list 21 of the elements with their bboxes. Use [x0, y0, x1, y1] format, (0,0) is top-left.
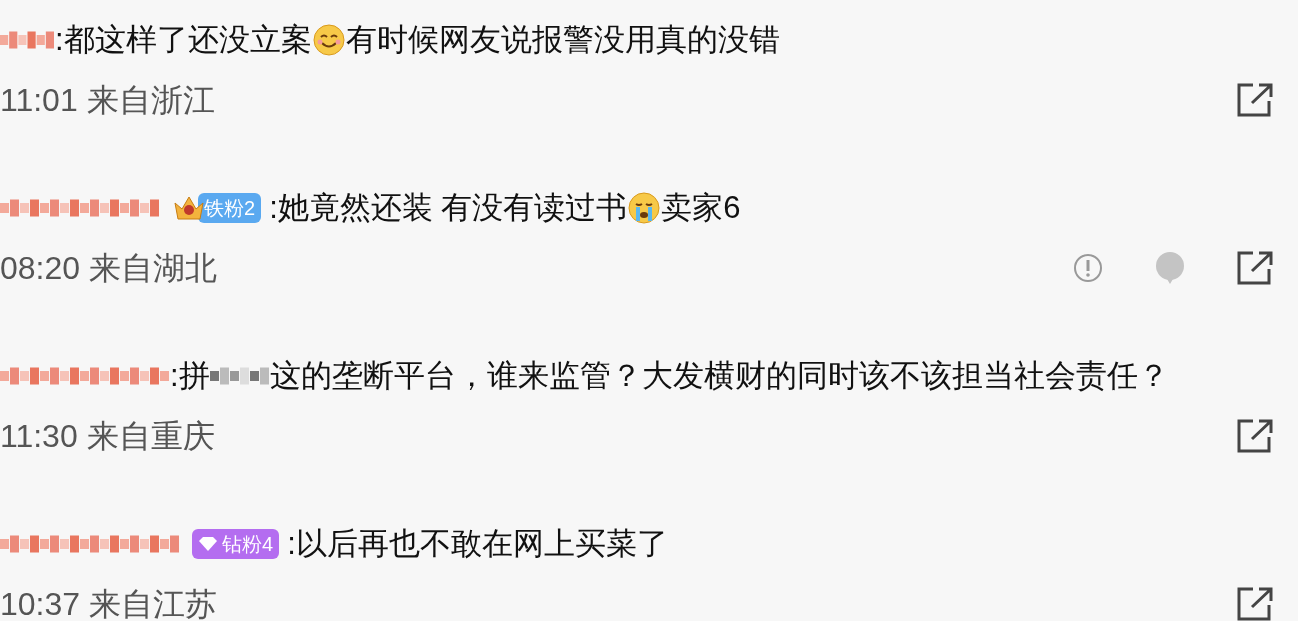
comment-time: 11:30 来自重庆 — [0, 417, 215, 456]
fan-badge: 铁粉2 — [198, 193, 262, 223]
share-icon[interactable] — [1236, 250, 1274, 286]
fan-badge: 钻粉4 — [192, 529, 280, 559]
diamond-icon — [198, 536, 218, 552]
comment-text: :拼 — [170, 356, 210, 395]
comment-time: 11:01 来自浙江 — [0, 81, 215, 120]
comment-time: 08:20 来自湖北 — [0, 249, 217, 288]
share-icon[interactable] — [1236, 82, 1274, 118]
comment-text: :她竟然还装 有没有读过书 — [269, 188, 628, 227]
smile-emoji-icon — [311, 23, 346, 57]
share-icon[interactable] — [1236, 418, 1274, 454]
comment-text: 卖家6 — [661, 188, 741, 227]
comment-text: :以后再也不敢在网上买菜了 — [287, 524, 668, 563]
comment-time: 10:37 来自江苏 — [0, 585, 217, 621]
comment-text: :都这样了还没立案 — [55, 20, 312, 59]
comment-text: 有时候网友说报警没用真的没错 — [345, 20, 780, 59]
warning-icon[interactable] — [1072, 252, 1104, 284]
share-icon[interactable] — [1236, 586, 1274, 621]
comment-text: 这的垄断平台，谁来监管？大发横财的同时该不该担当社会责任？ — [269, 356, 1169, 395]
crying-emoji-icon — [627, 191, 662, 225]
